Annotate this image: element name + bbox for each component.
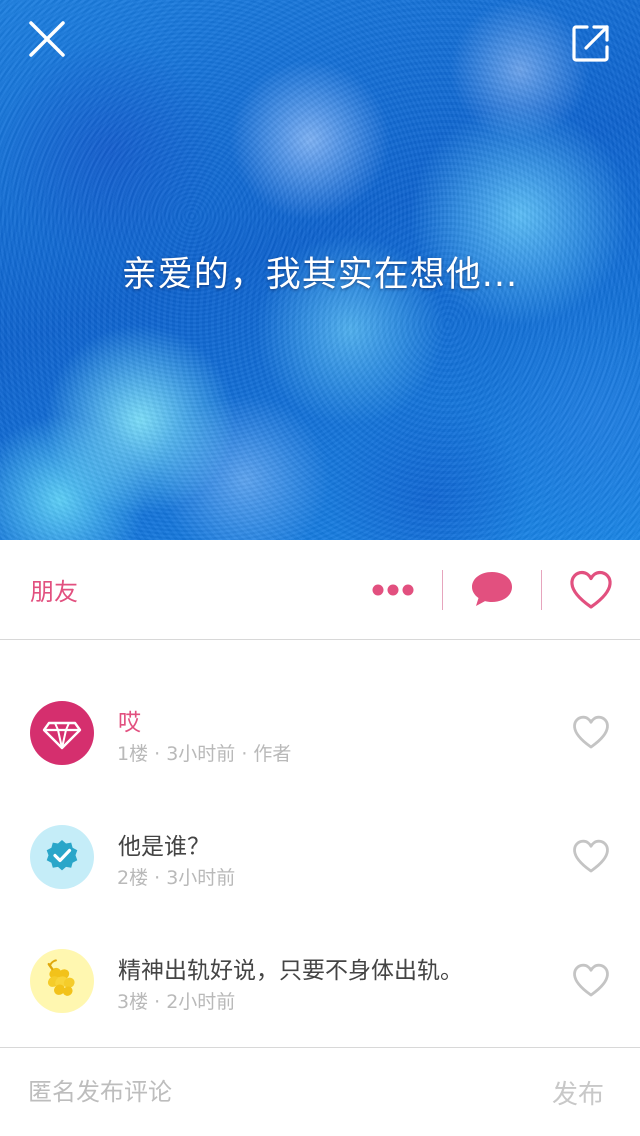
heart-outline-icon <box>573 963 609 997</box>
post-category[interactable]: 朋友 <box>30 572 78 607</box>
action-divider <box>541 570 542 610</box>
comment-meta: 1楼 · 3小时前 · 作者 <box>117 743 292 765</box>
close-icon <box>29 21 65 57</box>
comment-button[interactable] <box>469 568 515 610</box>
action-divider <box>442 570 443 610</box>
like-comment-button[interactable] <box>571 837 611 875</box>
post-hero: 亲爱的，我其实在想他... <box>0 0 640 540</box>
verified-badge-icon <box>46 840 78 871</box>
comment-composer: 发布 <box>0 1047 640 1136</box>
heart-outline-icon <box>570 570 612 609</box>
avatar[interactable] <box>30 825 94 889</box>
comment-text: 哎 <box>118 710 141 736</box>
avatar[interactable] <box>30 701 94 765</box>
comment-input[interactable] <box>28 1072 488 1112</box>
avatar[interactable] <box>30 949 94 1013</box>
diamond-icon <box>42 721 82 750</box>
like-post-button[interactable] <box>568 568 614 612</box>
share-button[interactable] <box>570 22 612 64</box>
share-external-icon <box>572 25 609 62</box>
publish-button[interactable]: 发布 <box>552 1074 604 1111</box>
heart-outline-icon <box>573 839 609 873</box>
like-comment-button[interactable] <box>571 713 611 751</box>
more-options-button[interactable] <box>366 574 420 606</box>
heart-outline-icon <box>573 715 609 749</box>
speech-bubble-icon <box>472 572 512 606</box>
ellipsis-icon <box>372 584 414 596</box>
comment-text: 他是谁？ <box>118 834 210 860</box>
comment-item: 他是谁？ 2楼 · 3小时前 <box>0 825 640 949</box>
like-comment-button[interactable] <box>571 961 611 999</box>
close-button[interactable] <box>26 18 68 60</box>
comment-meta: 2楼 · 3小时前 <box>117 867 236 889</box>
comment-text: 精神出轨好说，只要不身体出轨。 <box>118 958 463 984</box>
post-action-bar: 朋友 <box>0 540 640 640</box>
hop-cone-icon <box>47 959 75 996</box>
post-text: 亲爱的，我其实在想他... <box>121 255 519 295</box>
comment-meta: 3楼 · 2小时前 <box>117 991 236 1013</box>
comment-item: 哎 1楼 · 3小时前 · 作者 <box>0 701 640 825</box>
